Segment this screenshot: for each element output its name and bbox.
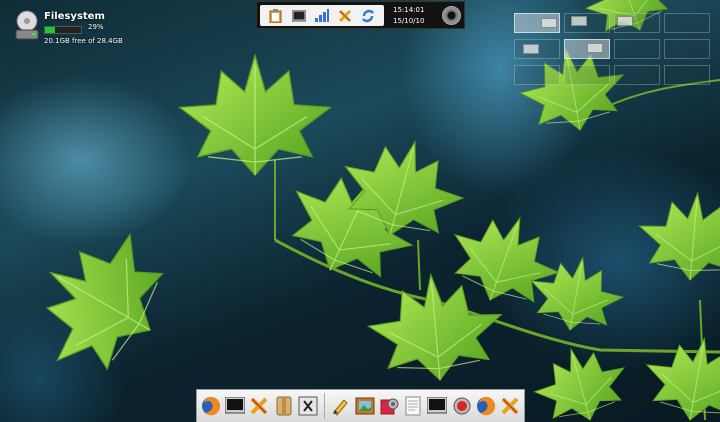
filesystem-percent: 29% <box>88 23 104 31</box>
pager-desktop-3[interactable] <box>614 13 660 33</box>
hard-drive-icon <box>15 10 39 40</box>
pager-desktop-1[interactable] <box>514 13 560 33</box>
archive-icon[interactable] <box>273 394 294 418</box>
firefox-icon[interactable] <box>200 394 221 418</box>
filesystem-free-space: 20.1GB free of 28.4GB <box>44 37 123 45</box>
pager-desktop-2[interactable] <box>564 13 610 33</box>
pager-desktop-11[interactable] <box>614 65 660 85</box>
signal-bars-icon[interactable] <box>314 9 329 23</box>
clock-date: 15/10/10 <box>393 17 425 25</box>
pager-window-thumb <box>587 43 603 53</box>
x-terminal-icon[interactable] <box>297 394 318 418</box>
filesystem-widget: Filesystem 29% 20.1GB free of 28.4GB <box>14 8 154 46</box>
top-panel: 15:14:01 15/10/10 <box>256 1 465 29</box>
terminal-icon[interactable] <box>291 9 306 23</box>
tools-icon[interactable] <box>500 394 521 418</box>
filesystem-usage-bar <box>44 26 82 34</box>
image-viewer-icon[interactable] <box>354 394 375 418</box>
dock <box>196 389 525 422</box>
tools-icon[interactable] <box>249 394 270 418</box>
pager-desktop-4[interactable] <box>664 13 710 33</box>
pen-icon[interactable] <box>330 394 351 418</box>
filesystem-usage-fill <box>45 27 56 33</box>
pager-desktop-9[interactable] <box>514 65 560 85</box>
tools-icon[interactable] <box>338 9 352 23</box>
pager-window-thumb <box>571 16 587 26</box>
dock-separator <box>323 393 325 419</box>
refresh-icon[interactable] <box>361 9 375 23</box>
speaker-icon[interactable] <box>442 6 461 25</box>
pager-desktop-10[interactable] <box>564 65 610 85</box>
clock-time: 15:14:01 <box>393 6 425 14</box>
pager-desktop-7[interactable] <box>614 39 660 59</box>
text-editor-icon[interactable] <box>402 394 423 418</box>
pager-window-thumb <box>541 18 557 28</box>
clipboard-icon[interactable] <box>269 8 283 23</box>
settings-icon[interactable] <box>378 394 399 418</box>
desktop-pager <box>514 13 720 89</box>
record-icon[interactable] <box>451 394 472 418</box>
pager-desktop-12[interactable] <box>664 65 710 85</box>
terminal-icon[interactable] <box>427 394 448 418</box>
firefox-icon[interactable] <box>475 394 496 418</box>
pager-desktop-5[interactable] <box>514 39 560 59</box>
terminal-icon[interactable] <box>224 394 245 418</box>
pager-desktop-8[interactable] <box>664 39 710 59</box>
pager-desktop-6[interactable] <box>564 39 610 59</box>
filesystem-title: Filesystem <box>44 11 105 22</box>
pager-window-thumb <box>523 44 539 54</box>
top-launcher-bar <box>260 5 384 26</box>
pager-window-thumb <box>617 16 633 26</box>
